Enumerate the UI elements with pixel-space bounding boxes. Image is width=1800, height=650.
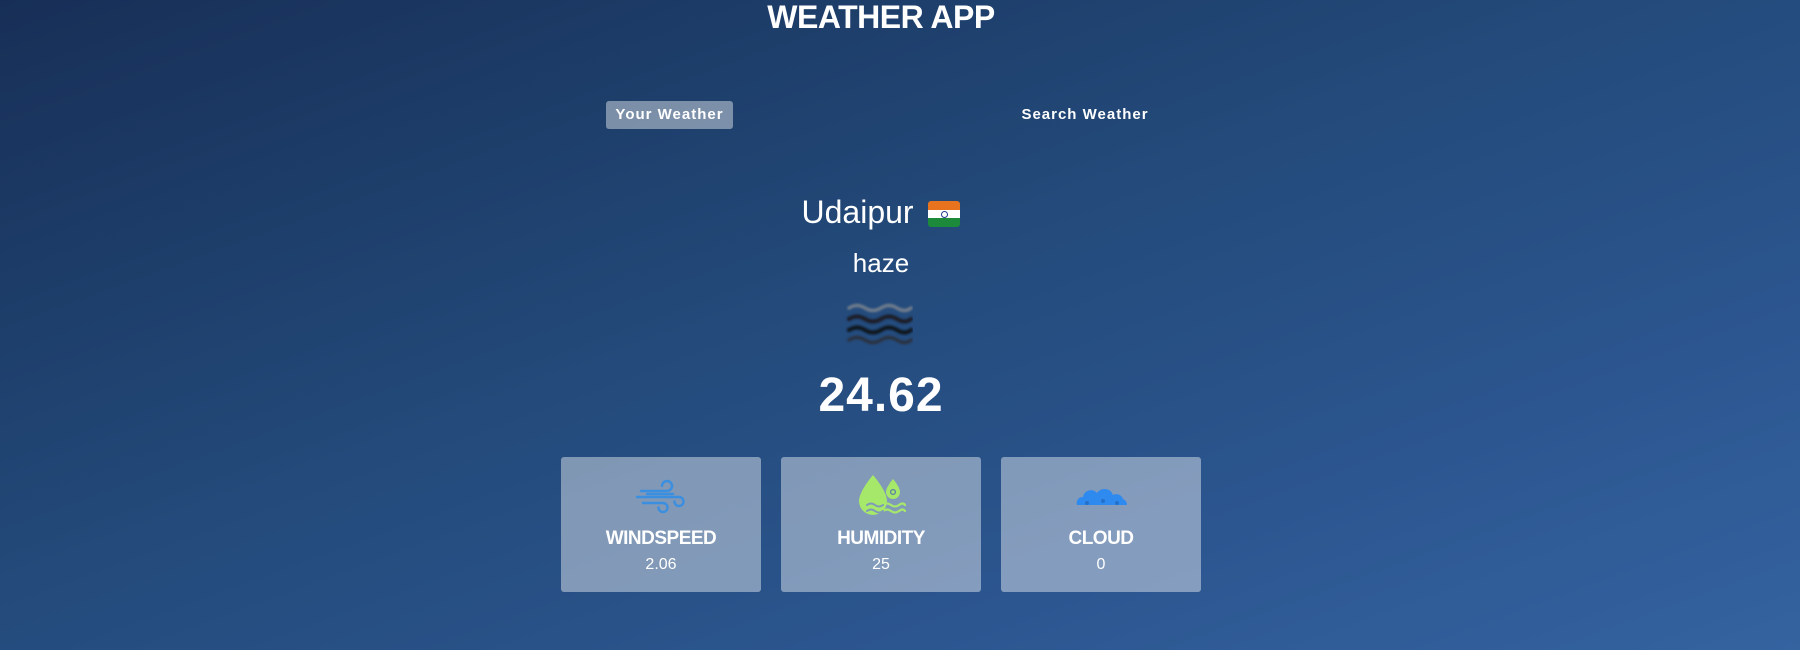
cloud-label: CLOUD [1068,528,1134,549]
humidity-drop-icon [859,475,907,515]
city-name: Udaipur [801,194,914,230]
cloud-card: CLOUD 0 [1001,457,1201,592]
cloud-icon [1076,488,1128,505]
city-heading: Udaipur [0,192,1762,232]
cloud-value: 0 [1096,556,1106,573]
temperature-value: 24.62 [818,369,944,422]
humidity-label: HUMIDITY [837,528,925,549]
wind-icon [635,479,685,514]
weather-description: haze [852,248,910,278]
tab-search-weather[interactable]: Search Weather [1010,101,1160,129]
app-title: WEATHER APP [767,0,995,35]
india-flag-icon [928,201,961,227]
windspeed-value: 2.06 [645,556,677,573]
humidity-card: HUMIDITY 25 [781,457,981,592]
windspeed-label: WINDSPEED [605,528,717,549]
haze-icon [847,303,913,345]
humidity-value: 25 [872,556,890,573]
tab-your-weather[interactable]: Your Weather [606,101,733,129]
windspeed-card: WINDSPEED 2.06 [561,457,761,592]
